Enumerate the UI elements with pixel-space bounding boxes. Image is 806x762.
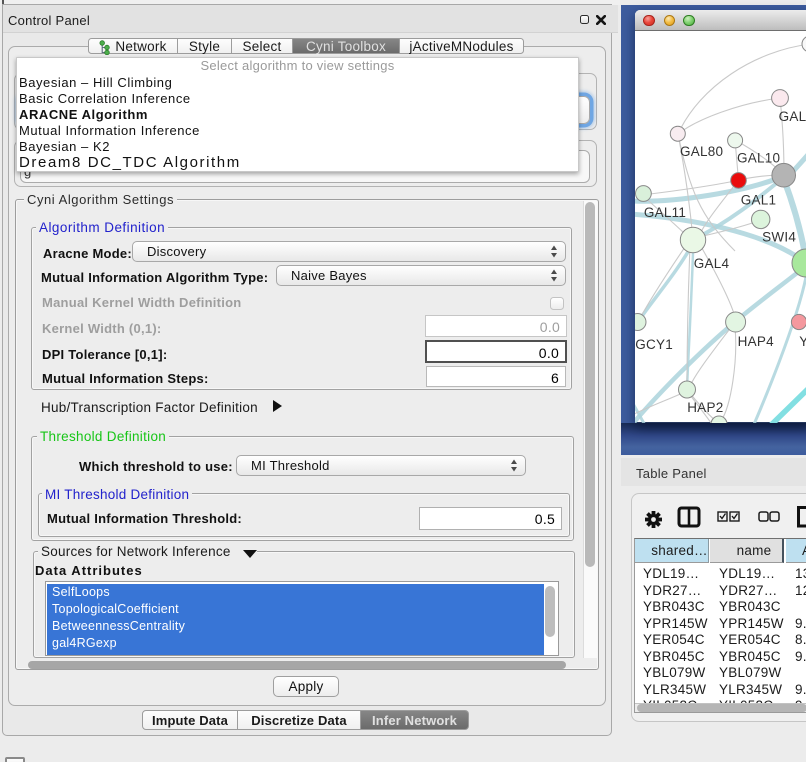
- svg-text:GAL80: GAL80: [680, 144, 723, 159]
- svg-text:SWI4: SWI4: [762, 230, 796, 245]
- svg-text:HAP2: HAP2: [687, 400, 723, 415]
- svg-text:GAL2: GAL2: [779, 109, 806, 124]
- svg-text:GAL1: GAL1: [741, 193, 777, 208]
- svg-text:Y: Y: [799, 334, 806, 349]
- svg-text:GCY1: GCY1: [635, 337, 673, 352]
- svg-text:GAL10: GAL10: [737, 151, 780, 166]
- svg-text:GAL11: GAL11: [644, 205, 686, 220]
- svg-text:HAP4: HAP4: [738, 334, 775, 349]
- svg-text:GAL4: GAL4: [694, 256, 730, 271]
